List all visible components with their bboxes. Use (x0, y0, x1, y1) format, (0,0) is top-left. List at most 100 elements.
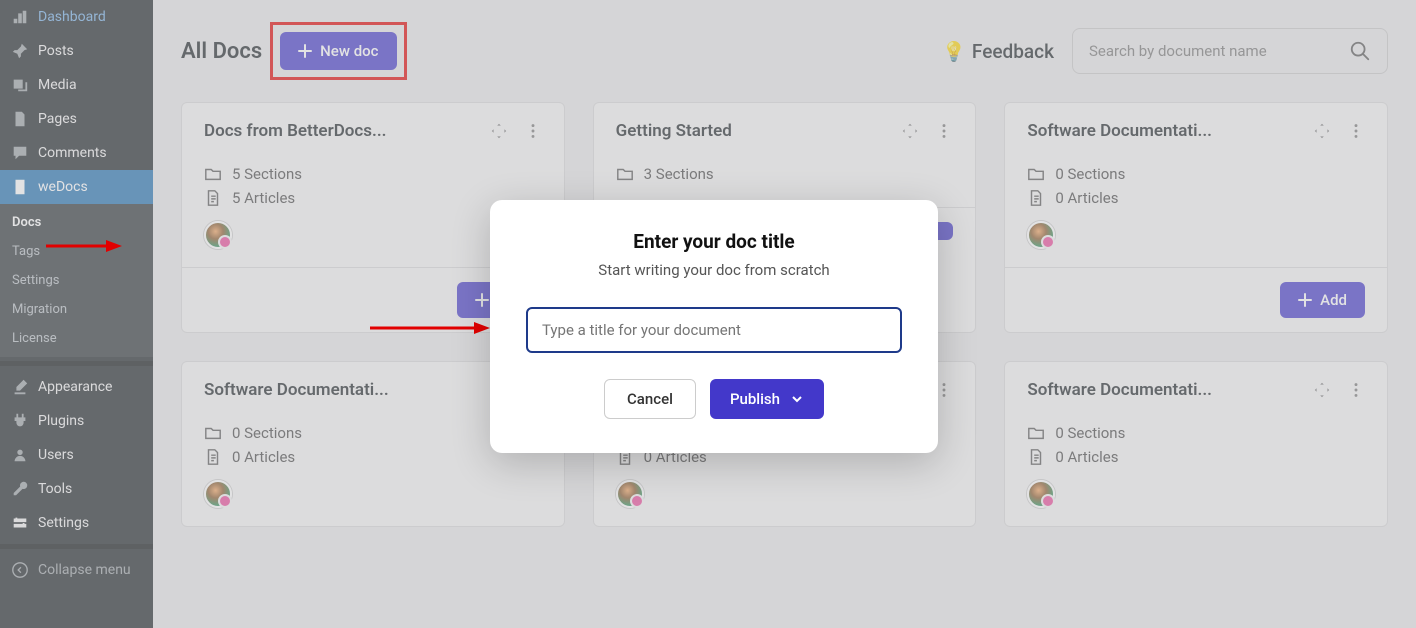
sidebar-label: Users (38, 447, 74, 463)
feedback-link[interactable]: 💡 Feedback (942, 40, 1054, 63)
sections-count: 0 Sections (232, 424, 302, 442)
doc-title[interactable]: Software Documentati... (204, 380, 389, 400)
doc-title[interactable]: Docs from BetterDocs... (204, 121, 386, 141)
sidebar-item-users[interactable]: Users (0, 438, 153, 472)
publish-label: Publish (730, 390, 780, 408)
sidebar-label: Settings (38, 515, 89, 531)
new-doc-label: New doc (320, 42, 378, 60)
sidebar-item-wedocs[interactable]: weDocs (0, 170, 153, 204)
sidebar-submenu: Docs Tags Settings Migration License (0, 204, 153, 357)
settings-icon (10, 514, 30, 532)
avatar (1027, 221, 1055, 249)
sidebar-item-dashboard[interactable]: Dashboard (0, 0, 153, 34)
folder-icon (1027, 424, 1045, 442)
sections-count: 5 Sections (232, 165, 302, 183)
bulb-icon: 💡 (942, 40, 966, 63)
search-box[interactable] (1072, 28, 1388, 74)
folder-icon (616, 165, 634, 183)
avatar (204, 480, 232, 508)
admin-sidebar: Dashboard Posts Media Pages Comments weD… (0, 0, 153, 628)
articles-count: 0 Articles (232, 448, 295, 466)
pin-icon (10, 42, 30, 60)
avatar (204, 221, 232, 249)
kebab-icon[interactable] (1347, 381, 1365, 399)
publish-button[interactable]: Publish (710, 379, 824, 419)
modal-title: Enter your doc title (526, 230, 902, 253)
page-icon (10, 110, 30, 128)
sidebar-label: Comments (38, 145, 107, 161)
kebab-icon[interactable] (935, 122, 953, 140)
sub-item-migration[interactable]: Migration (0, 295, 153, 324)
sidebar-item-plugins[interactable]: Plugins (0, 404, 153, 438)
move-icon[interactable] (1313, 381, 1331, 399)
doc-title-input[interactable] (526, 307, 902, 353)
sidebar-item-settings[interactable]: Settings (0, 506, 153, 540)
sidebar-label: Plugins (38, 413, 84, 429)
file-icon (204, 448, 222, 466)
kebab-icon[interactable] (524, 122, 542, 140)
media-icon (10, 76, 30, 94)
add-label: Add (1320, 291, 1347, 309)
move-icon[interactable] (1313, 122, 1331, 140)
user-icon (10, 446, 30, 464)
search-icon (1349, 40, 1371, 62)
comment-icon (10, 144, 30, 162)
doc-title[interactable]: Software Documentati... (1027, 121, 1212, 141)
sidebar-label: Tools (38, 481, 72, 497)
folder-icon (204, 424, 222, 442)
move-icon[interactable] (901, 122, 919, 140)
doc-card: Software Documentati... 0 Sections 0 Art… (1004, 361, 1388, 527)
sections-count: 3 Sections (644, 165, 714, 183)
folder-icon (204, 165, 222, 183)
page-title: All Docs (181, 39, 262, 64)
doc-title[interactable]: Getting Started (616, 121, 732, 141)
sidebar-label: Pages (38, 111, 77, 127)
articles-count: 0 Articles (1055, 448, 1118, 466)
feedback-label: Feedback (972, 40, 1054, 63)
tool-icon (10, 480, 30, 498)
file-icon (1027, 448, 1045, 466)
sidebar-item-comments[interactable]: Comments (0, 136, 153, 170)
sections-count: 0 Sections (1055, 165, 1125, 183)
move-icon[interactable] (490, 122, 508, 140)
sidebar-label: Posts (38, 43, 74, 59)
sub-item-settings[interactable]: Settings (0, 266, 153, 295)
add-button[interactable]: Add (1280, 282, 1365, 318)
file-icon (1027, 189, 1045, 207)
avatar (1027, 480, 1055, 508)
sidebar-item-appearance[interactable]: Appearance (0, 370, 153, 404)
modal-subtitle: Start writing your doc from scratch (526, 261, 902, 279)
cancel-button[interactable]: Cancel (604, 379, 696, 419)
dashboard-icon (10, 8, 30, 26)
plus-icon (475, 293, 489, 307)
sidebar-label: Collapse menu (38, 562, 131, 578)
sidebar-item-posts[interactable]: Posts (0, 34, 153, 68)
collapse-icon (10, 561, 30, 579)
folder-icon (1027, 165, 1045, 183)
sidebar-item-pages[interactable]: Pages (0, 102, 153, 136)
sidebar-label: Appearance (38, 379, 112, 395)
plugin-icon (10, 412, 30, 430)
doc-icon (10, 178, 30, 196)
kebab-icon[interactable] (1347, 122, 1365, 140)
sub-item-docs[interactable]: Docs (0, 208, 153, 237)
plus-icon (1298, 293, 1312, 307)
chevron-down-icon (790, 392, 804, 406)
sidebar-item-tools[interactable]: Tools (0, 472, 153, 506)
articles-count: 5 Articles (232, 189, 295, 207)
new-doc-modal: Enter your doc title Start writing your … (490, 200, 938, 453)
doc-card: Software Documentati... 0 Sections 0 Art… (1004, 102, 1388, 333)
kebab-icon[interactable] (935, 381, 953, 399)
sub-item-license[interactable]: License (0, 324, 153, 353)
search-input[interactable] (1089, 42, 1349, 60)
file-icon (204, 189, 222, 207)
avatar (616, 480, 644, 508)
plus-icon (298, 44, 312, 58)
new-doc-button[interactable]: New doc (280, 32, 396, 70)
sidebar-label: weDocs (38, 179, 88, 195)
sidebar-item-media[interactable]: Media (0, 68, 153, 102)
sidebar-item-collapse[interactable]: Collapse menu (0, 553, 153, 587)
brush-icon (10, 378, 30, 396)
sub-item-tags[interactable]: Tags (0, 237, 153, 266)
doc-title[interactable]: Software Documentati... (1027, 380, 1212, 400)
